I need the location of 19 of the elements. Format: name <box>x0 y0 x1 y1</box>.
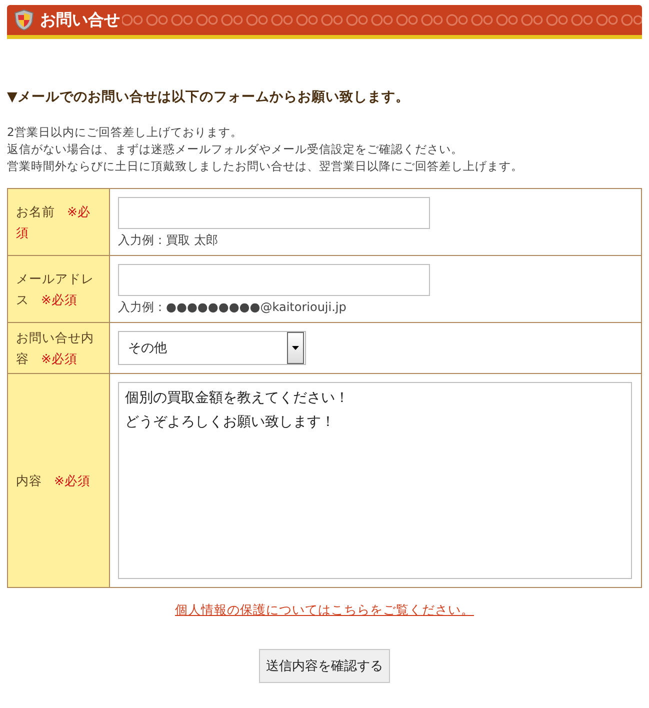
notice-text: 2営業日以内にご回答差し上げております。 <box>7 124 244 141</box>
input-example: 入力例：買取 太郎 <box>118 232 219 249</box>
section-heading: ▼メールでのお問い合せは以下のフォームからお願い致します。 <box>7 88 410 106</box>
message-field[interactable]: 個別の買取金額を教えてください！ どうぞよろしくお願い致します！ <box>118 382 632 579</box>
input-example: 入力例：●●●●●●●●●@kaitoriouji.jp <box>118 299 348 316</box>
text-field[interactable] <box>118 264 430 296</box>
notice-text: 返信がない場合は、まずは迷惑メールフォルダやメール受信設定をご確認ください。 <box>7 141 464 158</box>
header-title: お問い合せ <box>40 10 120 30</box>
notice-text: 営業時間外ならびに土日に頂戴致しましたお問い合せは、翌営業日以降にご回答差し上げます。 <box>7 158 524 175</box>
text-field[interactable] <box>118 197 430 229</box>
caret-icon <box>292 346 299 350</box>
confirm-button[interactable]: 送信内容を確認する <box>259 649 390 683</box>
field-label: メールアドレス ※必須 <box>8 256 110 322</box>
field-label: 内容 ※必須 <box>8 374 110 588</box>
privacy-link[interactable]: 個人情報の保護についてはこちらをご覧ください。 <box>175 602 474 617</box>
shield-icon <box>14 9 34 31</box>
category-dropdown[interactable]: その他 <box>118 331 306 365</box>
field-label: お問い合せ内容 ※必須 <box>8 322 110 374</box>
field-label: お名前 ※必須 <box>8 188 110 256</box>
